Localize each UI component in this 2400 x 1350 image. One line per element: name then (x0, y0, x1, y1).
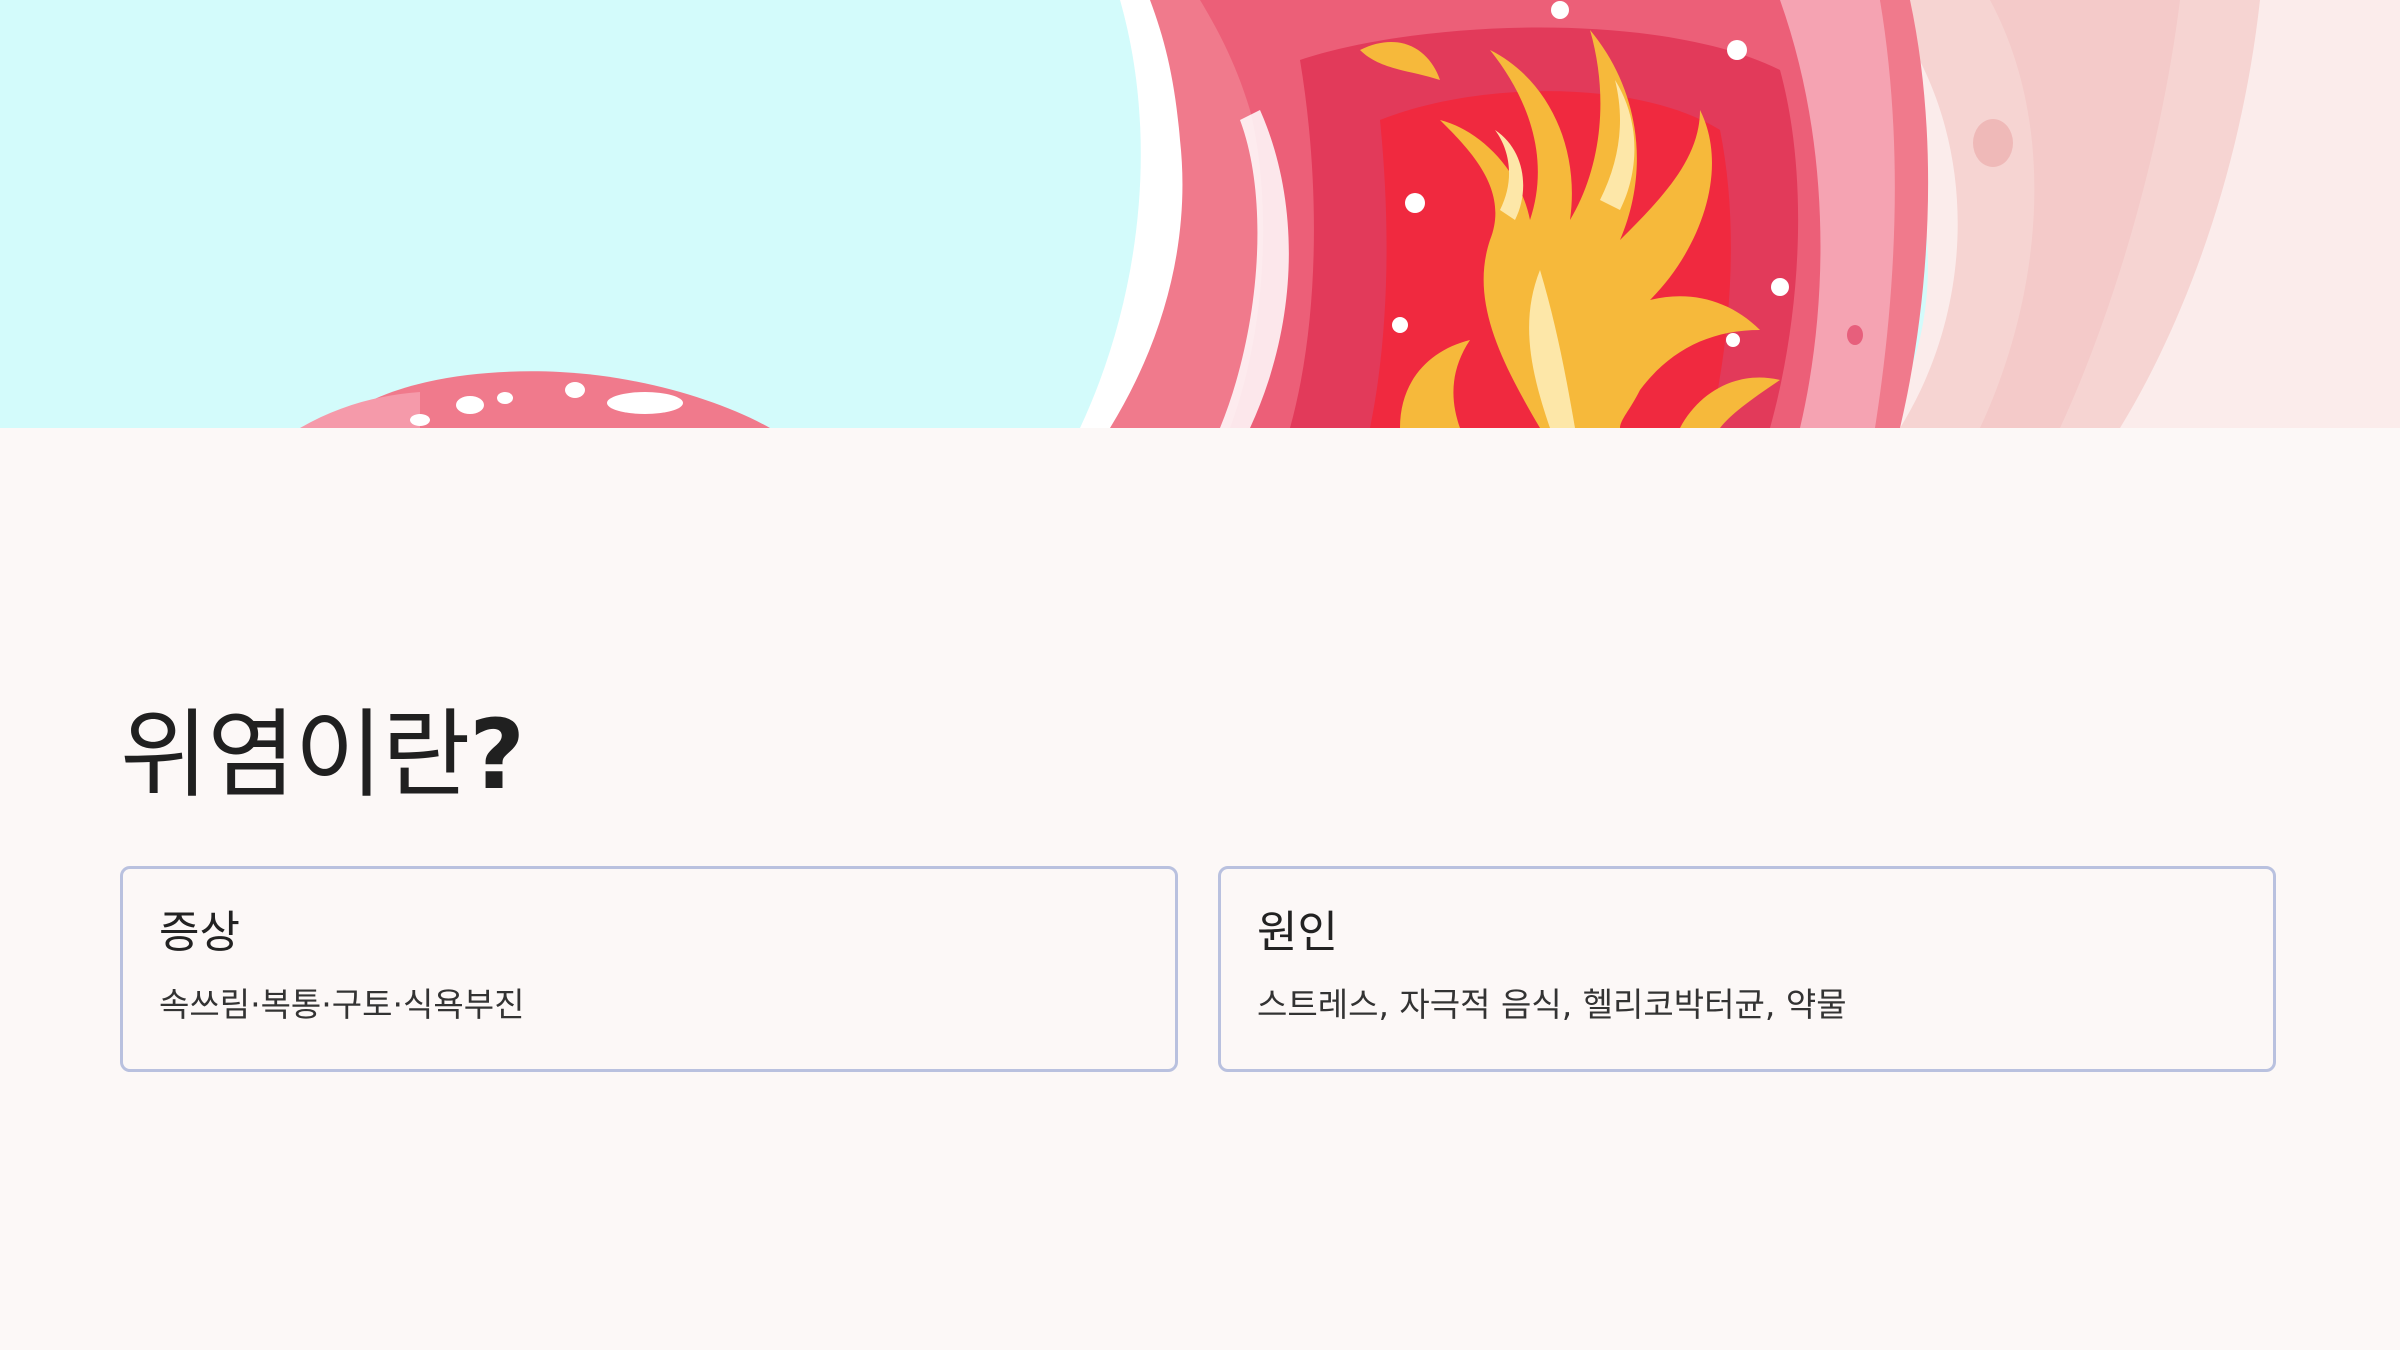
causes-card-text: 스트레스, 자극적 음식, 헬리코박터균, 약물 (1257, 985, 1847, 1024)
symptoms-card-title: 증상 (159, 907, 240, 958)
hero-illustration (0, 0, 2400, 428)
page-title: 위염이란? (120, 690, 525, 820)
causes-card-title: 원인 (1257, 907, 1338, 958)
causes-card: 원인 스트레스, 자극적 음식, 헬리코박터균, 약물 (1218, 866, 2276, 1072)
inflamed-stomach-illustration-icon (0, 0, 2400, 428)
title-text: 위염이란 (120, 699, 470, 811)
symptoms-card-text: 속쓰림·복통·구토·식욕부진 (159, 985, 525, 1024)
title-question-mark: ? (469, 699, 525, 811)
slide-page: 위염이란? 증상 속쓰림·복통·구토·식욕부진 원인 스트레스, 자극적 음식,… (0, 0, 2400, 1350)
symptoms-card: 증상 속쓰림·복통·구토·식욕부진 (120, 866, 1178, 1072)
